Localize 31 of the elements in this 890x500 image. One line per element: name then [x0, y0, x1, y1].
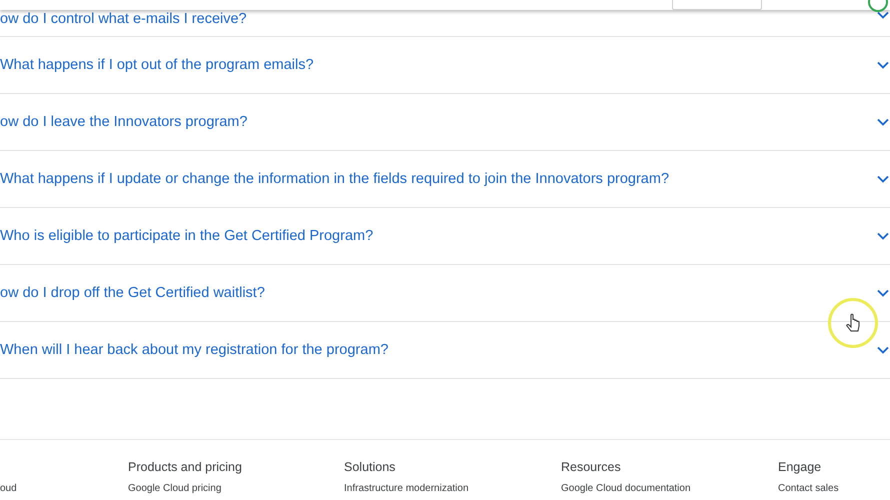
faq-question: When will I hear back about my registration for the program? [0, 342, 388, 358]
faq-question: What happens if I update or change the information in the fields required to join the Innovators program? [0, 171, 670, 187]
chevron-down-icon[interactable] [877, 61, 889, 69]
search-field[interactable] [672, 0, 762, 10]
footer-link[interactable]: Infrastructure modernization [344, 483, 469, 495]
chevron-down-icon[interactable] [877, 11, 889, 19]
chevron-down-icon[interactable] [877, 118, 889, 126]
faq-question: ow do I leave the Innovators program? [0, 114, 248, 130]
chevron-down-icon[interactable] [877, 289, 889, 297]
footer-link[interactable]: Contact sales [778, 483, 839, 495]
faq-question: ow do I drop off the Get Certified waitlist? [0, 285, 265, 301]
footer-link[interactable]: Google Cloud documentation [561, 483, 691, 495]
faq-item[interactable]: ow do I drop off the Get Certified waitlist? [0, 265, 890, 322]
cursor-highlight-icon [827, 297, 879, 349]
faq-item[interactable]: Who is eligible to participate in the Get Certified Program? [0, 208, 890, 265]
chevron-down-icon[interactable] [877, 346, 889, 354]
faq-question: ow do I control what e-mails I receive? [0, 11, 247, 27]
chevron-down-icon[interactable] [877, 232, 889, 240]
faq-item[interactable]: What happens if I opt out of the program emails? [0, 37, 890, 94]
footer-heading: Solutions [344, 459, 396, 475]
footer-link[interactable]: Google Cloud pricing [128, 483, 222, 495]
chevron-down-icon[interactable] [877, 175, 889, 183]
faq-item[interactable]: ow do I control what e-mails I receive? [0, 11, 890, 37]
faq-question: What happens if I opt out of the program emails? [0, 57, 314, 73]
faq-question: Who is eligible to participate in the Get Certified Program? [0, 228, 374, 244]
footer-link[interactable]: oud [0, 483, 17, 495]
faq-item[interactable]: ow do I leave the Innovators program? [0, 94, 890, 151]
footer-heading: Engage [778, 459, 822, 475]
footer-heading: Products and pricing [128, 459, 242, 475]
faq-item[interactable]: What happens if I update or change the information in the fields required to join the Innovators program? [0, 151, 890, 208]
footer-heading: Resources [561, 459, 621, 475]
